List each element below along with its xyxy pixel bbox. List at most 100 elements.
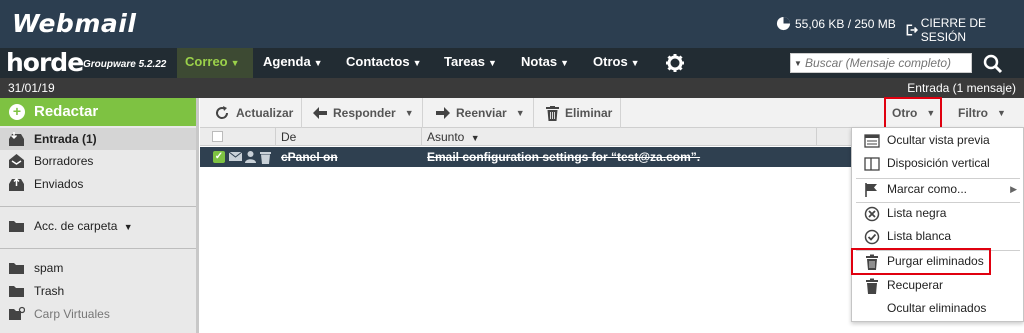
chevron-down-icon: ▼ (412, 58, 422, 68)
search-icon[interactable] (983, 54, 1003, 74)
drafts-icon (9, 154, 24, 168)
sidebar-item-sent[interactable]: Enviados (0, 173, 196, 195)
column-divider (421, 128, 422, 146)
folder-icon (9, 286, 24, 297)
sidebar-divider (0, 248, 196, 249)
menu-item-mark-as[interactable]: Marcar como... ▶ (852, 178, 1023, 201)
status-bar: 31/01/19 Entrada (1 mensaje) (0, 78, 1024, 98)
folder-message-count: Entrada (1 mensaje) (907, 81, 1016, 95)
forward-button[interactable]: Reenviar ▼ (436, 98, 534, 128)
nav-item-tareas[interactable]: Tareas ▼ (436, 48, 505, 78)
gear-icon[interactable] (665, 53, 685, 73)
preview-icon (864, 134, 880, 148)
chevron-down-icon: ▼ (997, 108, 1006, 118)
quota-indicator[interactable]: 55,06 KB / 250 MB (776, 16, 896, 31)
compose-label: Redactar (34, 103, 99, 120)
current-date: 31/01/19 (8, 81, 55, 95)
chevron-down-icon: ▼ (560, 58, 570, 68)
menu-item-undelete[interactable]: Recuperar (852, 274, 1023, 297)
message-from: cPanel on (281, 150, 338, 164)
virtual-folder-icon (9, 306, 25, 320)
layout-icon (864, 157, 880, 171)
folder-icon (9, 221, 24, 232)
envelope-icon (229, 151, 242, 161)
purge-highlight-box (851, 248, 991, 275)
top-header: Webmail 55,06 KB / 250 MB CIERRE DE SESI… (0, 0, 1024, 48)
nav-item-notas[interactable]: Notas ▼ (513, 48, 577, 78)
folder-icon (9, 263, 24, 274)
menu-item-hide-preview[interactable]: Ocultar vista previa (852, 129, 1023, 152)
person-icon (245, 151, 256, 163)
reply-arrow-icon (313, 107, 327, 119)
inbox-icon (9, 132, 24, 146)
plus-icon: + (9, 104, 25, 120)
column-divider (816, 128, 817, 146)
sidebar-item-drafts[interactable]: Borradores (0, 150, 196, 172)
refresh-button[interactable]: Actualizar (214, 98, 303, 128)
otro-highlight-box (884, 97, 942, 129)
menu-item-blacklist[interactable]: Lista negra (852, 202, 1023, 225)
flag-icon (865, 183, 877, 197)
nav-item-correo[interactable]: Correo ▼ (177, 48, 253, 78)
column-divider (275, 128, 276, 146)
chevron-down-icon: ▼ (515, 108, 525, 118)
nav-item-agenda[interactable]: Agenda ▼ (255, 48, 331, 78)
nav-item-contactos[interactable]: Contactos ▼ (338, 48, 429, 78)
message-subject: Email configuration settings for “test@z… (427, 150, 701, 164)
menu-item-hide-deleted[interactable]: Ocultar eliminados (852, 297, 1023, 320)
menu-item-vertical-layout[interactable]: Disposición vertical (852, 152, 1023, 175)
reply-button[interactable]: Responder ▼ (313, 98, 423, 128)
sent-icon (9, 177, 24, 191)
trash-icon (260, 152, 271, 164)
blacklist-icon (864, 206, 880, 222)
logout-button[interactable]: CIERRE DE SESIÓN (905, 16, 1024, 44)
forward-arrow-icon (436, 107, 450, 119)
other-actions-menu: Ocultar vista previa Disposición vertica… (851, 127, 1024, 322)
horde-logo: horde (6, 48, 84, 77)
select-all-checkbox[interactable] (212, 131, 223, 142)
quota-text: 55,06 KB / 250 MB (795, 16, 896, 31)
sidebar-item-inbox[interactable]: Entrada (1) (0, 128, 196, 150)
folder-actions-menu[interactable]: Acc. de carpeta ▼ (0, 215, 196, 237)
sidebar-item-trash[interactable]: Trash (0, 280, 196, 302)
menu-item-whitelist[interactable]: Lista blanca (852, 225, 1023, 248)
sidebar-item-label: Enviados (34, 177, 84, 191)
logout-label: CIERRE DE SESIÓN (920, 16, 987, 44)
chevron-down-icon: ▼ (230, 58, 240, 68)
app-title: Webmail (12, 9, 137, 38)
whitelist-icon (864, 229, 880, 245)
delete-button[interactable]: Eliminar (546, 98, 622, 128)
chevron-down-icon: ▼ (313, 58, 323, 68)
chevron-down-icon: ▼ (630, 58, 640, 68)
refresh-icon (216, 106, 229, 119)
chevron-down-icon: ▼ (123, 222, 133, 232)
sidebar-item-virtual-folders[interactable]: Carp Virtuales (0, 303, 196, 325)
sidebar-item-label: spam (34, 261, 64, 275)
search-scope-dropdown[interactable]: ▼ (791, 59, 805, 68)
trash-icon (546, 105, 559, 121)
logout-icon (906, 24, 918, 36)
folder-actions-label: Acc. de carpeta (34, 219, 118, 233)
chevron-down-icon: ▼ (404, 108, 414, 118)
nav-item-otros[interactable]: Otros ▼ (585, 48, 648, 78)
column-from[interactable]: De (281, 130, 296, 144)
undelete-icon (866, 278, 878, 294)
chevron-down-icon: ▼ (487, 58, 497, 68)
chevron-right-icon: ▶ (1010, 184, 1017, 194)
sidebar-item-label: Borradores (34, 154, 94, 168)
pie-chart-icon (776, 16, 791, 31)
horde-version: Groupware 5.2.22 (83, 59, 167, 70)
sidebar: + Redactar Entrada (1) Borradores Enviad… (0, 98, 199, 333)
sidebar-item-label: Trash (34, 284, 65, 298)
compose-button[interactable]: + Redactar (0, 98, 196, 126)
sidebar-item-label: Entrada (1) (34, 132, 97, 146)
sort-down-icon: ▼ (470, 133, 480, 143)
sidebar-item-spam[interactable]: spam (0, 257, 196, 279)
search-input[interactable] (805, 56, 965, 70)
sidebar-item-label: Carp Virtuales (34, 307, 110, 321)
sidebar-divider (0, 206, 196, 207)
sidebar-scrollbar[interactable] (196, 98, 199, 333)
message-checkbox[interactable]: ✓ (213, 151, 225, 163)
filter-button[interactable]: Filtro ▼ (958, 98, 1014, 128)
column-subject[interactable]: Asunto ▼ (427, 130, 480, 144)
